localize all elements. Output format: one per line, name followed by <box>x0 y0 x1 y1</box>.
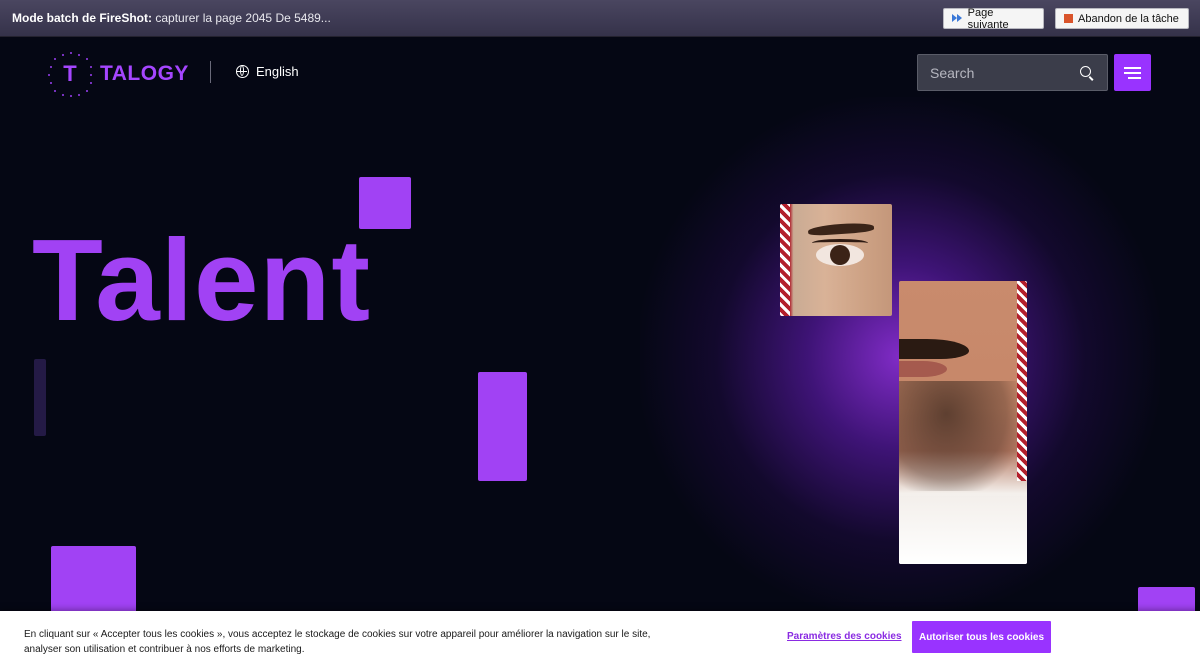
fast-forward-icon <box>952 14 963 23</box>
logo-letter: T <box>63 61 77 86</box>
hamburger-menu-icon <box>1124 66 1141 69</box>
search-input[interactable] <box>930 64 1070 81</box>
header-divider <box>210 61 211 83</box>
fireshot-batch-bar: Mode batch de FireShot: capturer la page… <box>0 0 1200 37</box>
hero-photo-face <box>899 281 1027 564</box>
accept-all-cookies-button[interactable]: Autoriser tous les cookies <box>912 621 1051 653</box>
language-label: English <box>256 64 299 79</box>
cookie-text: En cliquant sur « Accepter tous les cook… <box>24 629 651 655</box>
language-selector[interactable]: English <box>236 64 299 79</box>
search-icon[interactable] <box>1080 66 1094 80</box>
abort-task-label: Abandon de la tâche <box>1078 12 1179 25</box>
hero-photo-eye <box>780 204 892 316</box>
talogy-logo[interactable]: T TALOGY <box>48 52 189 97</box>
hamburger-menu-button[interactable] <box>1114 54 1151 91</box>
fireshot-status: Mode batch de FireShot: capturer la page… <box>12 11 331 25</box>
fireshot-status-bold: Mode batch de FireShot: <box>12 11 153 25</box>
globe-icon <box>236 65 249 78</box>
decorative-bar <box>478 372 527 481</box>
stop-icon <box>1064 14 1073 23</box>
logo-text: TALOGY <box>100 62 189 85</box>
logo-mark-icon: T <box>48 52 92 97</box>
cookie-settings-link[interactable]: Paramètres des cookies <box>787 631 902 642</box>
hero-title: Talent <box>32 215 371 345</box>
fireshot-status-rest: capturer la page 2045 De 5489... <box>152 11 331 25</box>
search-box <box>917 54 1108 91</box>
cookie-banner: En cliquant sur « Accepter tous les cook… <box>0 611 1200 665</box>
decorative-bar-dim <box>34 359 46 436</box>
site-page: T TALOGY English Talent <box>0 37 1200 665</box>
next-page-label: Page suivante <box>967 6 1009 31</box>
next-page-button[interactable]: Page suivante <box>943 6 1044 31</box>
abort-task-button[interactable]: Abandon de la tâche <box>1055 8 1189 29</box>
